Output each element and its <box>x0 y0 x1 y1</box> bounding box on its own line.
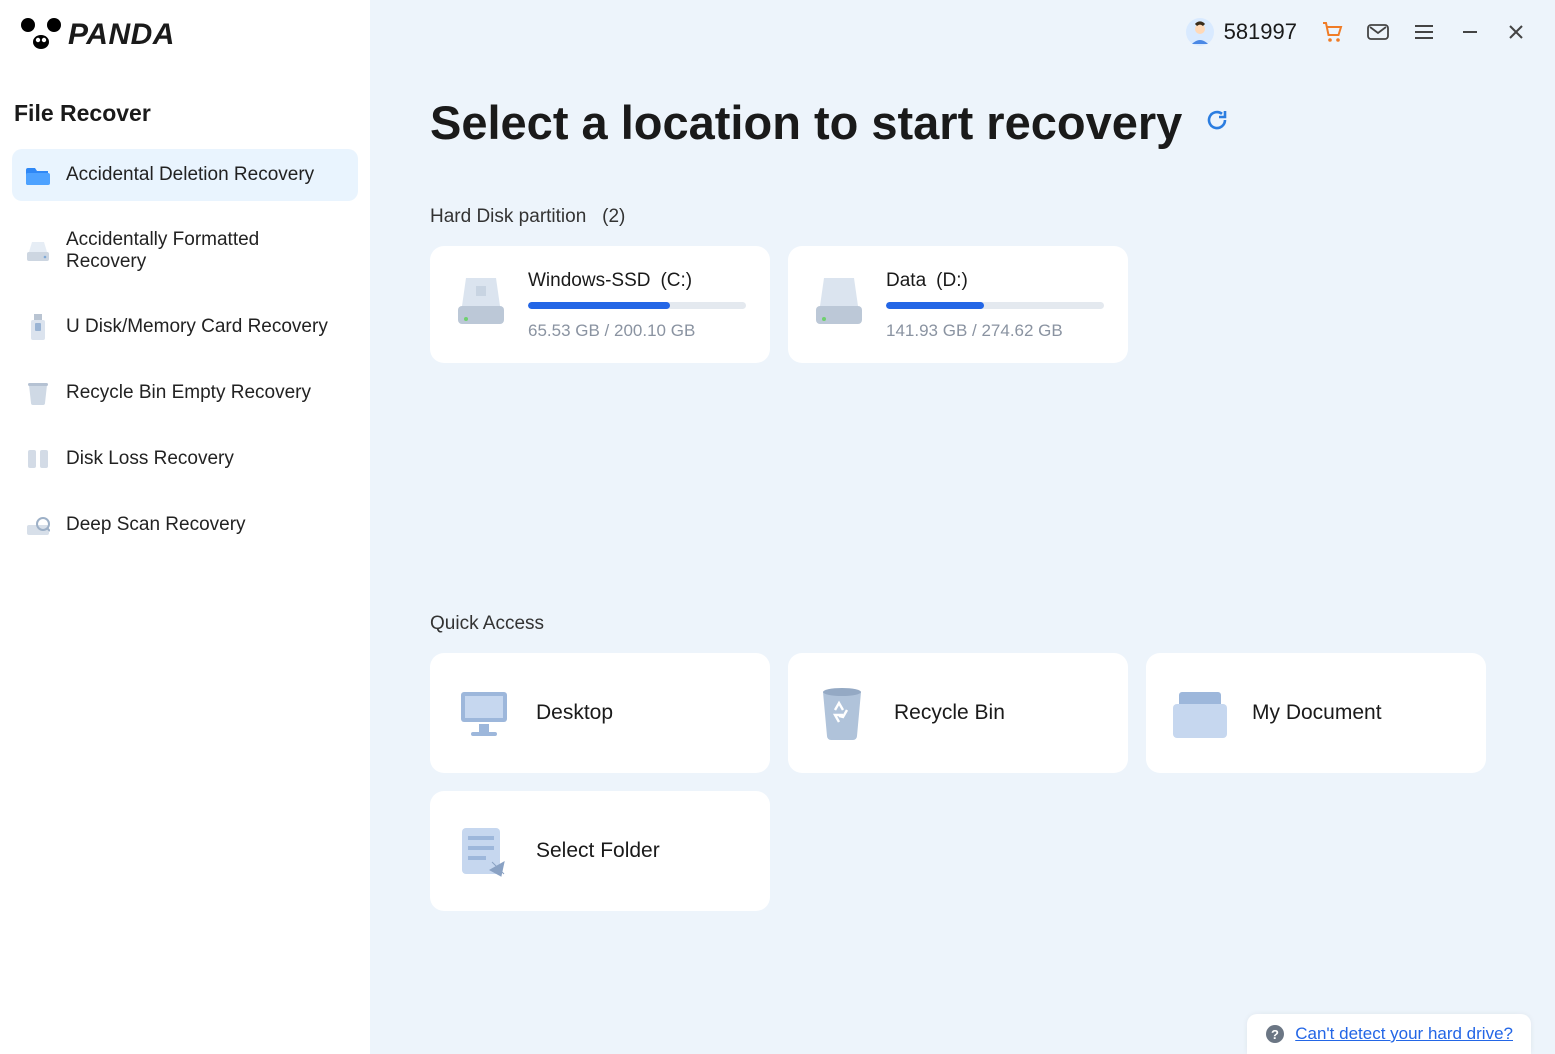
help-icon: ? <box>1265 1024 1285 1044</box>
folder-icon <box>26 163 50 187</box>
selectfolder-icon <box>456 823 512 879</box>
usage-bar <box>886 302 1104 309</box>
cart-button[interactable] <box>1321 21 1343 43</box>
help-pill[interactable]: ? Can't detect your hard drive? <box>1247 1014 1531 1054</box>
partition-letter: (D:) <box>936 270 968 292</box>
quick-desktop[interactable]: Desktop <box>430 653 770 773</box>
logo-text: PANDA <box>68 18 175 52</box>
sidebar: PANDA File Recover Accidental Deletion R… <box>0 0 370 1054</box>
desktop-icon <box>456 685 512 741</box>
cart-icon <box>1321 21 1343 43</box>
usage-bar <box>528 302 746 309</box>
sidebar-item-label: Accidental Deletion Recovery <box>66 164 314 186</box>
usb-icon <box>26 315 50 339</box>
partition-info: Data (D:) 141.93 GB / 274.62 GB <box>886 270 1104 341</box>
refresh-icon <box>1204 107 1230 133</box>
sidebar-item-label: Deep Scan Recovery <box>66 514 246 536</box>
sidebar-item-udisk[interactable]: U Disk/Memory Card Recovery <box>12 301 358 353</box>
quick-label: Desktop <box>536 701 613 725</box>
quick-label: My Document <box>1252 701 1382 725</box>
document-icon <box>1172 685 1228 741</box>
deepscan-icon <box>26 513 50 537</box>
diskloss-icon <box>26 447 50 471</box>
help-link[interactable]: Can't detect your hard drive? <box>1295 1024 1513 1044</box>
panda-logo-icon <box>20 18 62 52</box>
quick-selectfolder[interactable]: Select Folder <box>430 791 770 911</box>
page-title: Select a location to start recovery <box>430 95 1182 150</box>
partition-name: Windows-SSD <box>528 270 650 292</box>
minimize-icon <box>1461 23 1479 41</box>
user-badge[interactable]: 581997 <box>1186 18 1297 46</box>
sidebar-item-diskloss[interactable]: Disk Loss Recovery <box>12 433 358 485</box>
partition-letter: (C:) <box>660 270 692 292</box>
hdd-icon <box>452 270 510 328</box>
close-icon <box>1507 23 1525 41</box>
usage-fill <box>528 302 670 309</box>
sidebar-item-label: Accidentally Formatted Recovery <box>66 229 344 273</box>
sidebar-item-deepscan[interactable]: Deep Scan Recovery <box>12 499 358 551</box>
app-logo: PANDA <box>20 18 358 52</box>
sidebar-item-label: Recycle Bin Empty Recovery <box>66 382 311 404</box>
quick-label: Recycle Bin <box>894 701 1005 725</box>
svg-text:?: ? <box>1271 1027 1279 1042</box>
partition-info: Windows-SSD (C:) 65.53 GB / 200.10 GB <box>528 270 746 341</box>
bin-icon <box>26 381 50 405</box>
sidebar-title: File Recover <box>14 100 358 127</box>
sidebar-item-label: Disk Loss Recovery <box>66 448 234 470</box>
user-id: 581997 <box>1224 19 1297 45</box>
drive-icon <box>26 239 50 263</box>
titlebar: 581997 <box>1158 0 1555 64</box>
partition-card-c[interactable]: Windows-SSD (C:) 65.53 GB / 200.10 GB <box>430 246 770 363</box>
usage-fill <box>886 302 984 309</box>
page-title-row: Select a location to start recovery <box>430 95 1495 150</box>
avatar-icon <box>1186 18 1214 46</box>
main-panel: 581997 Select a location to start recove… <box>370 0 1555 1054</box>
sidebar-item-formatted[interactable]: Accidentally Formatted Recovery <box>12 215 358 287</box>
partition-size: 65.53 GB / 200.10 GB <box>528 321 746 341</box>
recyclebin-icon <box>814 685 870 741</box>
sidebar-item-label: U Disk/Memory Card Recovery <box>66 316 328 338</box>
quick-access-label: Quick Access <box>430 613 1495 635</box>
mail-button[interactable] <box>1367 21 1389 43</box>
refresh-button[interactable] <box>1204 107 1230 138</box>
quick-access-grid: Desktop Recycle Bin My Document Select F… <box>430 653 1495 911</box>
sidebar-item-recyclebin[interactable]: Recycle Bin Empty Recovery <box>12 367 358 419</box>
minimize-button[interactable] <box>1459 21 1481 43</box>
mail-icon <box>1367 22 1389 42</box>
hdd-icon <box>810 270 868 328</box>
partitions-grid: Windows-SSD (C:) 65.53 GB / 200.10 GB Da… <box>430 246 1495 363</box>
partition-card-d[interactable]: Data (D:) 141.93 GB / 274.62 GB <box>788 246 1128 363</box>
menu-icon <box>1413 23 1435 41</box>
close-button[interactable] <box>1505 21 1527 43</box>
quick-mydocument[interactable]: My Document <box>1146 653 1486 773</box>
partition-size: 141.93 GB / 274.62 GB <box>886 321 1104 341</box>
quick-label: Select Folder <box>536 839 660 863</box>
menu-button[interactable] <box>1413 21 1435 43</box>
partition-name: Data <box>886 270 926 292</box>
sidebar-item-accidental-deletion[interactable]: Accidental Deletion Recovery <box>12 149 358 201</box>
partitions-label: Hard Disk partition (2) <box>430 206 1495 228</box>
quick-recyclebin[interactable]: Recycle Bin <box>788 653 1128 773</box>
